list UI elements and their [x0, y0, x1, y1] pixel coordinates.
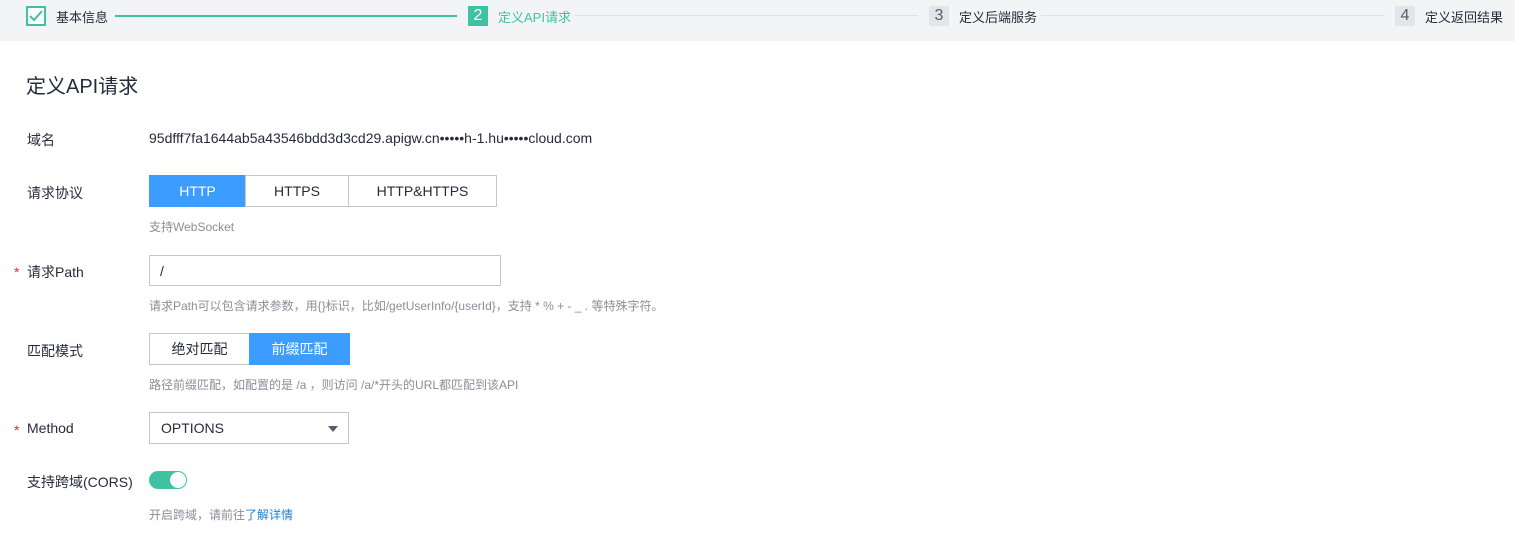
match-mode-option-exact[interactable]: 绝对匹配: [149, 333, 250, 365]
match-mode-segmented-control: 绝对匹配 前缀匹配: [149, 333, 350, 365]
protocol-label: 请求协议: [27, 185, 83, 201]
required-mark: *: [14, 422, 20, 438]
step-label: 基本信息: [56, 9, 109, 25]
cors-label: 支持跨域(CORS): [27, 474, 133, 490]
cors-hint-text: 开启跨域，请前往: [149, 508, 246, 522]
step-basic-info[interactable]: 基本信息: [26, 6, 108, 26]
caret-down-icon: [328, 426, 338, 432]
path-label: 请求Path: [27, 264, 84, 280]
step-label: 定义后端服务: [959, 9, 1038, 25]
step-connector: [115, 15, 457, 17]
step-number: 4: [1395, 6, 1415, 26]
domain-value: 95dfff7fa1644ab5a43546bdd3d3cd29.apigw.c…: [149, 130, 593, 146]
match-mode-label: 匹配模式: [27, 343, 83, 359]
cors-hint: 开启跨域，请前往了解详情: [149, 506, 293, 523]
match-mode-option-prefix[interactable]: 前缀匹配: [249, 333, 350, 365]
match-mode-hint: 路径前缀匹配，如配置的是 /a ，则访问 /a/*开头的URL都匹配到该API: [149, 378, 519, 392]
wizard-stepper: 基本信息 2 定义API请求 3 定义后端服务 4 定义返回结果: [0, 0, 1515, 41]
protocol-option-http-https[interactable]: HTTP&HTTPS: [348, 175, 497, 207]
required-mark: *: [14, 264, 20, 280]
protocol-option-http[interactable]: HTTP: [149, 175, 246, 207]
method-selected-value: OPTIONS: [161, 420, 225, 436]
learn-more-link[interactable]: 了解详情: [245, 508, 293, 522]
step-label: 定义API请求: [498, 9, 571, 25]
step-define-response[interactable]: 4 定义返回结果: [1395, 6, 1503, 26]
protocol-segmented-control: HTTP HTTPS HTTP&HTTPS: [149, 175, 497, 207]
method-label: Method: [27, 420, 74, 436]
step-connector: [1041, 15, 1384, 16]
method-select[interactable]: OPTIONS: [149, 412, 349, 444]
step-define-backend[interactable]: 3 定义后端服务: [929, 6, 1037, 26]
step-number: 3: [929, 6, 949, 26]
domain-label: 域名: [27, 132, 55, 148]
path-input[interactable]: [149, 255, 501, 286]
check-icon: [26, 6, 46, 26]
protocol-hint: 支持WebSocket: [149, 220, 235, 234]
step-connector: [575, 15, 918, 16]
step-label: 定义返回结果: [1425, 9, 1504, 25]
step-define-api-request[interactable]: 2 定义API请求: [468, 6, 571, 26]
section-title: 定义API请求: [26, 76, 139, 98]
protocol-option-https[interactable]: HTTPS: [245, 175, 349, 207]
toggle-knob: [170, 472, 186, 488]
step-number: 2: [468, 6, 488, 26]
path-hint: 请求Path可以包含请求参数，用{}标识，比如/getUserInfo/{use…: [149, 299, 664, 313]
cors-toggle[interactable]: [149, 471, 187, 489]
